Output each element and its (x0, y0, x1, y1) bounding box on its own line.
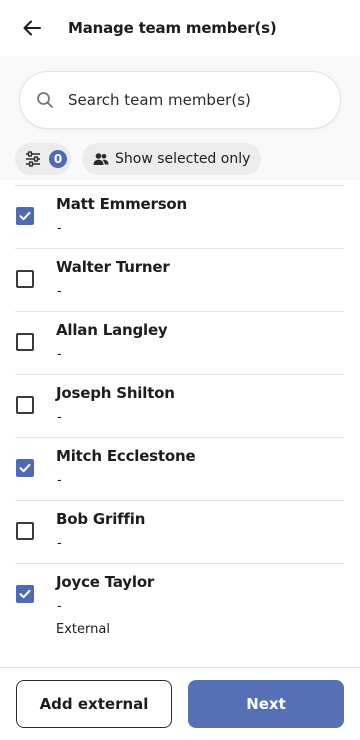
member-subtitle: - (57, 473, 62, 488)
member-subtitle: - (57, 347, 62, 362)
back-button[interactable] (20, 16, 44, 40)
checkmark-icon (19, 463, 31, 473)
show-selected-only-toggle[interactable]: Show selected only (82, 143, 262, 175)
search-icon (36, 91, 54, 109)
checkmark-icon (19, 211, 31, 221)
next-button[interactable]: Next (188, 680, 344, 728)
member-subtitle: - (57, 599, 62, 614)
app-header: Manage team member(s) (0, 0, 360, 56)
member-checkbox[interactable] (16, 396, 34, 414)
member-name: Mitch Ecclestone (56, 447, 196, 465)
member-row[interactable]: Bob Griffin - (0, 501, 360, 564)
member-checkbox[interactable] (16, 333, 34, 351)
sliders-icon (26, 151, 40, 167)
member-subtitle: - (57, 284, 62, 299)
member-checkbox[interactable] (16, 522, 34, 540)
member-subtitle: - (57, 410, 62, 425)
member-list: Matt Emmerson - Walter Turner - Allan La… (0, 186, 360, 658)
filter-count-badge: 0 (49, 150, 67, 168)
member-row[interactable]: Walter Turner - (0, 249, 360, 312)
footer-divider (0, 667, 360, 668)
member-subtitle: - (57, 536, 62, 551)
member-row[interactable]: Joyce Taylor - External (0, 564, 360, 658)
member-checkbox[interactable] (16, 585, 34, 603)
add-external-button[interactable]: Add external (16, 680, 172, 728)
checkmark-icon (19, 589, 31, 599)
search-box[interactable] (19, 71, 341, 129)
member-row[interactable]: Joseph Shilton - (0, 375, 360, 438)
filter-button[interactable]: 0 (15, 143, 71, 175)
member-row[interactable]: Mitch Ecclestone - (0, 438, 360, 501)
member-name: Walter Turner (56, 258, 170, 276)
member-row[interactable]: Allan Langley - (0, 312, 360, 375)
member-name: Joyce Taylor (56, 573, 155, 591)
search-filter-area: 0 Show selected only (0, 56, 360, 180)
member-checkbox[interactable] (16, 270, 34, 288)
member-name: Joseph Shilton (56, 384, 175, 402)
member-checkbox[interactable] (16, 459, 34, 477)
member-name: Bob Griffin (56, 510, 146, 528)
filter-chips: 0 Show selected only (15, 143, 262, 175)
member-external-tag: External (56, 622, 110, 637)
member-checkbox[interactable] (16, 207, 34, 225)
member-name: Allan Langley (56, 321, 168, 339)
show-selected-label: Show selected only (115, 151, 251, 167)
page-title: Manage team member(s) (68, 19, 277, 37)
member-subtitle: - (57, 221, 62, 236)
people-icon (93, 153, 109, 165)
search-input[interactable] (68, 91, 308, 109)
member-name: Matt Emmerson (56, 195, 188, 213)
arrow-left-icon (23, 20, 41, 36)
member-row[interactable]: Matt Emmerson - (0, 186, 360, 249)
